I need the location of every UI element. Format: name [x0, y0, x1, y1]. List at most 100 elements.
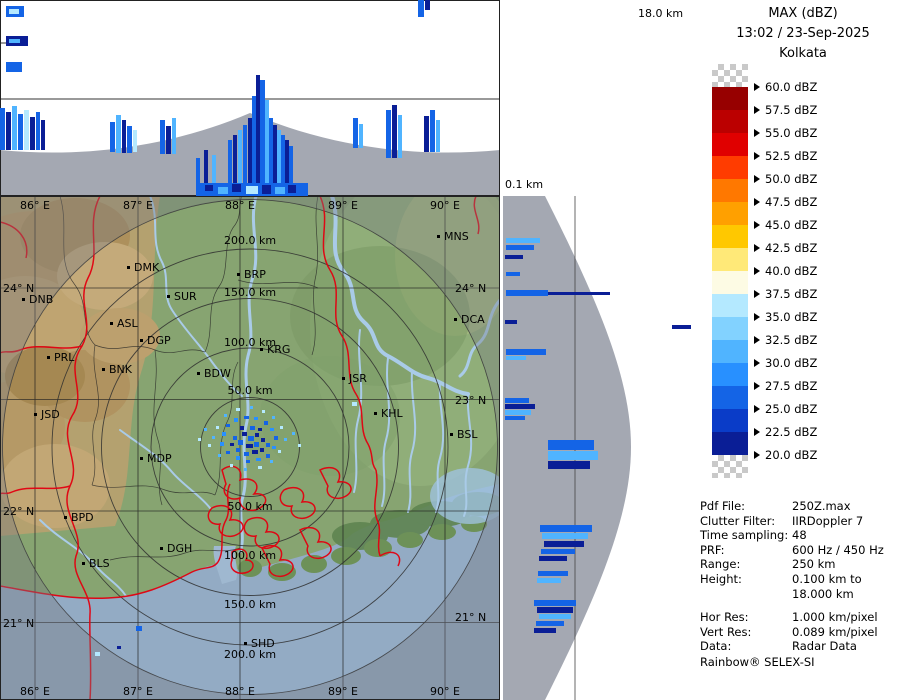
scale-tick-icon	[754, 382, 760, 390]
legend-scale-label: 47.5 dBZ	[754, 195, 817, 209]
metadata-value: Radar Data	[792, 639, 857, 654]
scale-tick-icon	[754, 336, 760, 344]
metadata-value: 18.000 km	[792, 586, 854, 601]
metadata-label: Hor Res:	[700, 610, 749, 625]
scale-tick-icon	[754, 221, 760, 229]
legend-color-block	[712, 248, 748, 271]
legend-color-block	[712, 156, 748, 179]
scale-value: 22.5 dBZ	[765, 425, 818, 439]
metadata-row: PRF: 600 Hz / 450 Hz	[700, 543, 906, 558]
metadata-label: PRF:	[700, 542, 725, 557]
metadata-value: 48	[792, 528, 807, 543]
scale-value: 57.5 dBZ	[765, 103, 818, 117]
top-profile-graphic	[0, 0, 500, 196]
metadata-row: Vert Res: 0.089 km/pixel	[700, 625, 906, 640]
scale-tick-icon	[754, 405, 760, 413]
scale-value: 47.5 dBZ	[765, 195, 818, 209]
metadata-row: Hor Res: 1.000 km/pixel	[700, 610, 906, 625]
scale-tick-icon	[754, 198, 760, 206]
legend-color-block	[712, 409, 748, 432]
scale-value: 40.0 dBZ	[765, 264, 818, 278]
legend-color-block	[712, 317, 748, 340]
metadata-row: Clutter Filter: IIRDoppler 7	[700, 514, 906, 529]
echo-bar	[672, 325, 691, 329]
metadata-label: Height:	[700, 571, 742, 586]
right-height-profile-panel	[503, 196, 648, 700]
product-title: MAX (dBZ)	[768, 6, 838, 21]
legend-scale-label: 52.5 dBZ	[754, 149, 817, 163]
scale-tick-icon	[754, 83, 760, 91]
legend-color-block	[712, 294, 748, 317]
metadata-row: Pdf File: 250Z.max	[700, 499, 906, 514]
legend-scale-label: 30.0 dBZ	[754, 356, 817, 370]
metadata-value: 0.089 km/pixel	[792, 624, 878, 639]
scale-tick-icon	[754, 313, 760, 321]
metadata-label: Data:	[700, 639, 732, 654]
legend-color-block	[712, 386, 748, 409]
station-name: Kolkata	[779, 46, 827, 61]
metadata-value: 0.100 km to	[792, 571, 862, 586]
scale-value: 25.0 dBZ	[765, 402, 818, 416]
scale-value: 50.0 dBZ	[765, 172, 818, 186]
metadata-value: 1.000 km/pixel	[792, 610, 878, 625]
legend-scale-label: 55.0 dBZ	[754, 126, 817, 140]
legend-scale-label: 27.5 dBZ	[754, 379, 817, 393]
legend-scale-label: 60.0 dBZ	[754, 80, 817, 94]
legend-colorbar	[712, 64, 748, 478]
legend-panel: MAX (dBZ) 13:02 / 23-Sep-2025 Kolkata 60…	[700, 0, 906, 700]
metadata-label: Range:	[700, 557, 741, 572]
metadata-value: 250Z.max	[792, 499, 851, 513]
metadata-group: Hor Res: 1.000 km/pixel Vert Res: 0.089 km/…	[700, 610, 906, 654]
legend-metadata: Pdf File: 250Z.max Clutter Filter: IIRDoppl…	[700, 499, 906, 663]
legend-scale-label: 32.5 dBZ	[754, 333, 817, 347]
legend-color-block	[712, 87, 748, 110]
scale-tick-icon	[754, 359, 760, 367]
legend-scale-label: 37.5 dBZ	[754, 287, 817, 301]
scale-value: 45.0 dBZ	[765, 218, 818, 232]
metadata-value: 250 km	[792, 557, 836, 572]
legend-scale-label: 57.5 dBZ	[754, 103, 817, 117]
legend-color-block	[712, 179, 748, 202]
scale-value: 52.5 dBZ	[765, 149, 818, 163]
map-panel	[0, 196, 500, 700]
metadata-label: Pdf File:	[700, 499, 746, 513]
metadata-label: Clutter Filter:	[700, 513, 776, 528]
metadata-label	[700, 587, 792, 602]
metadata-label: Vert Res:	[700, 624, 752, 639]
legend-scale-label: 20.0 dBZ	[754, 448, 817, 462]
scale-tick-icon	[754, 152, 760, 160]
metadata-value: IIRDoppler 7	[792, 513, 864, 528]
scale-tick-icon	[754, 290, 760, 298]
legend-checker-block	[712, 455, 748, 478]
product-datetime: 13:02 / 23-Sep-2025	[736, 26, 870, 41]
axis-label-max-height: 18.0 km	[638, 7, 684, 20]
metadata-row: Height: 0.100 km to	[700, 572, 906, 587]
scale-tick-icon	[754, 106, 760, 114]
scale-value: 37.5 dBZ	[765, 287, 818, 301]
scale-tick-icon	[754, 244, 760, 252]
legend-scale-label: 45.0 dBZ	[754, 218, 817, 232]
scale-tick-icon	[754, 451, 760, 459]
scale-value: 32.5 dBZ	[765, 333, 818, 347]
legend-color-block	[712, 133, 748, 156]
scale-tick-icon	[754, 175, 760, 183]
metadata-group: Pdf File: 250Z.max Clutter Filter: IIRDoppl…	[700, 499, 906, 601]
software-brand: Rainbow® SELEX-SI	[700, 655, 815, 669]
legend-scale-label: 22.5 dBZ	[754, 425, 817, 439]
metadata-row: 18.000 km	[700, 587, 906, 602]
scale-value: 20.0 dBZ	[765, 448, 818, 462]
legend-color-block	[712, 363, 748, 386]
scale-tick-icon	[754, 428, 760, 436]
legend-color-block	[712, 432, 748, 455]
legend-color-block	[712, 202, 748, 225]
top-height-profile-panel	[0, 0, 500, 196]
legend-color-block	[712, 225, 748, 248]
legend-scale-label: 50.0 dBZ	[754, 172, 817, 186]
legend-scale-label: 35.0 dBZ	[754, 310, 817, 324]
radar-product-page: 18.0 km 0.1 km DMK BRP SUR DNB MNS ASL DGP KRG D…	[0, 0, 906, 700]
metadata-value: 600 Hz / 450 Hz	[792, 542, 884, 557]
legend-scale-label: 42.5 dBZ	[754, 241, 817, 255]
map-graphic	[0, 196, 500, 700]
scale-value: 60.0 dBZ	[765, 80, 818, 94]
scale-value: 55.0 dBZ	[765, 126, 818, 140]
